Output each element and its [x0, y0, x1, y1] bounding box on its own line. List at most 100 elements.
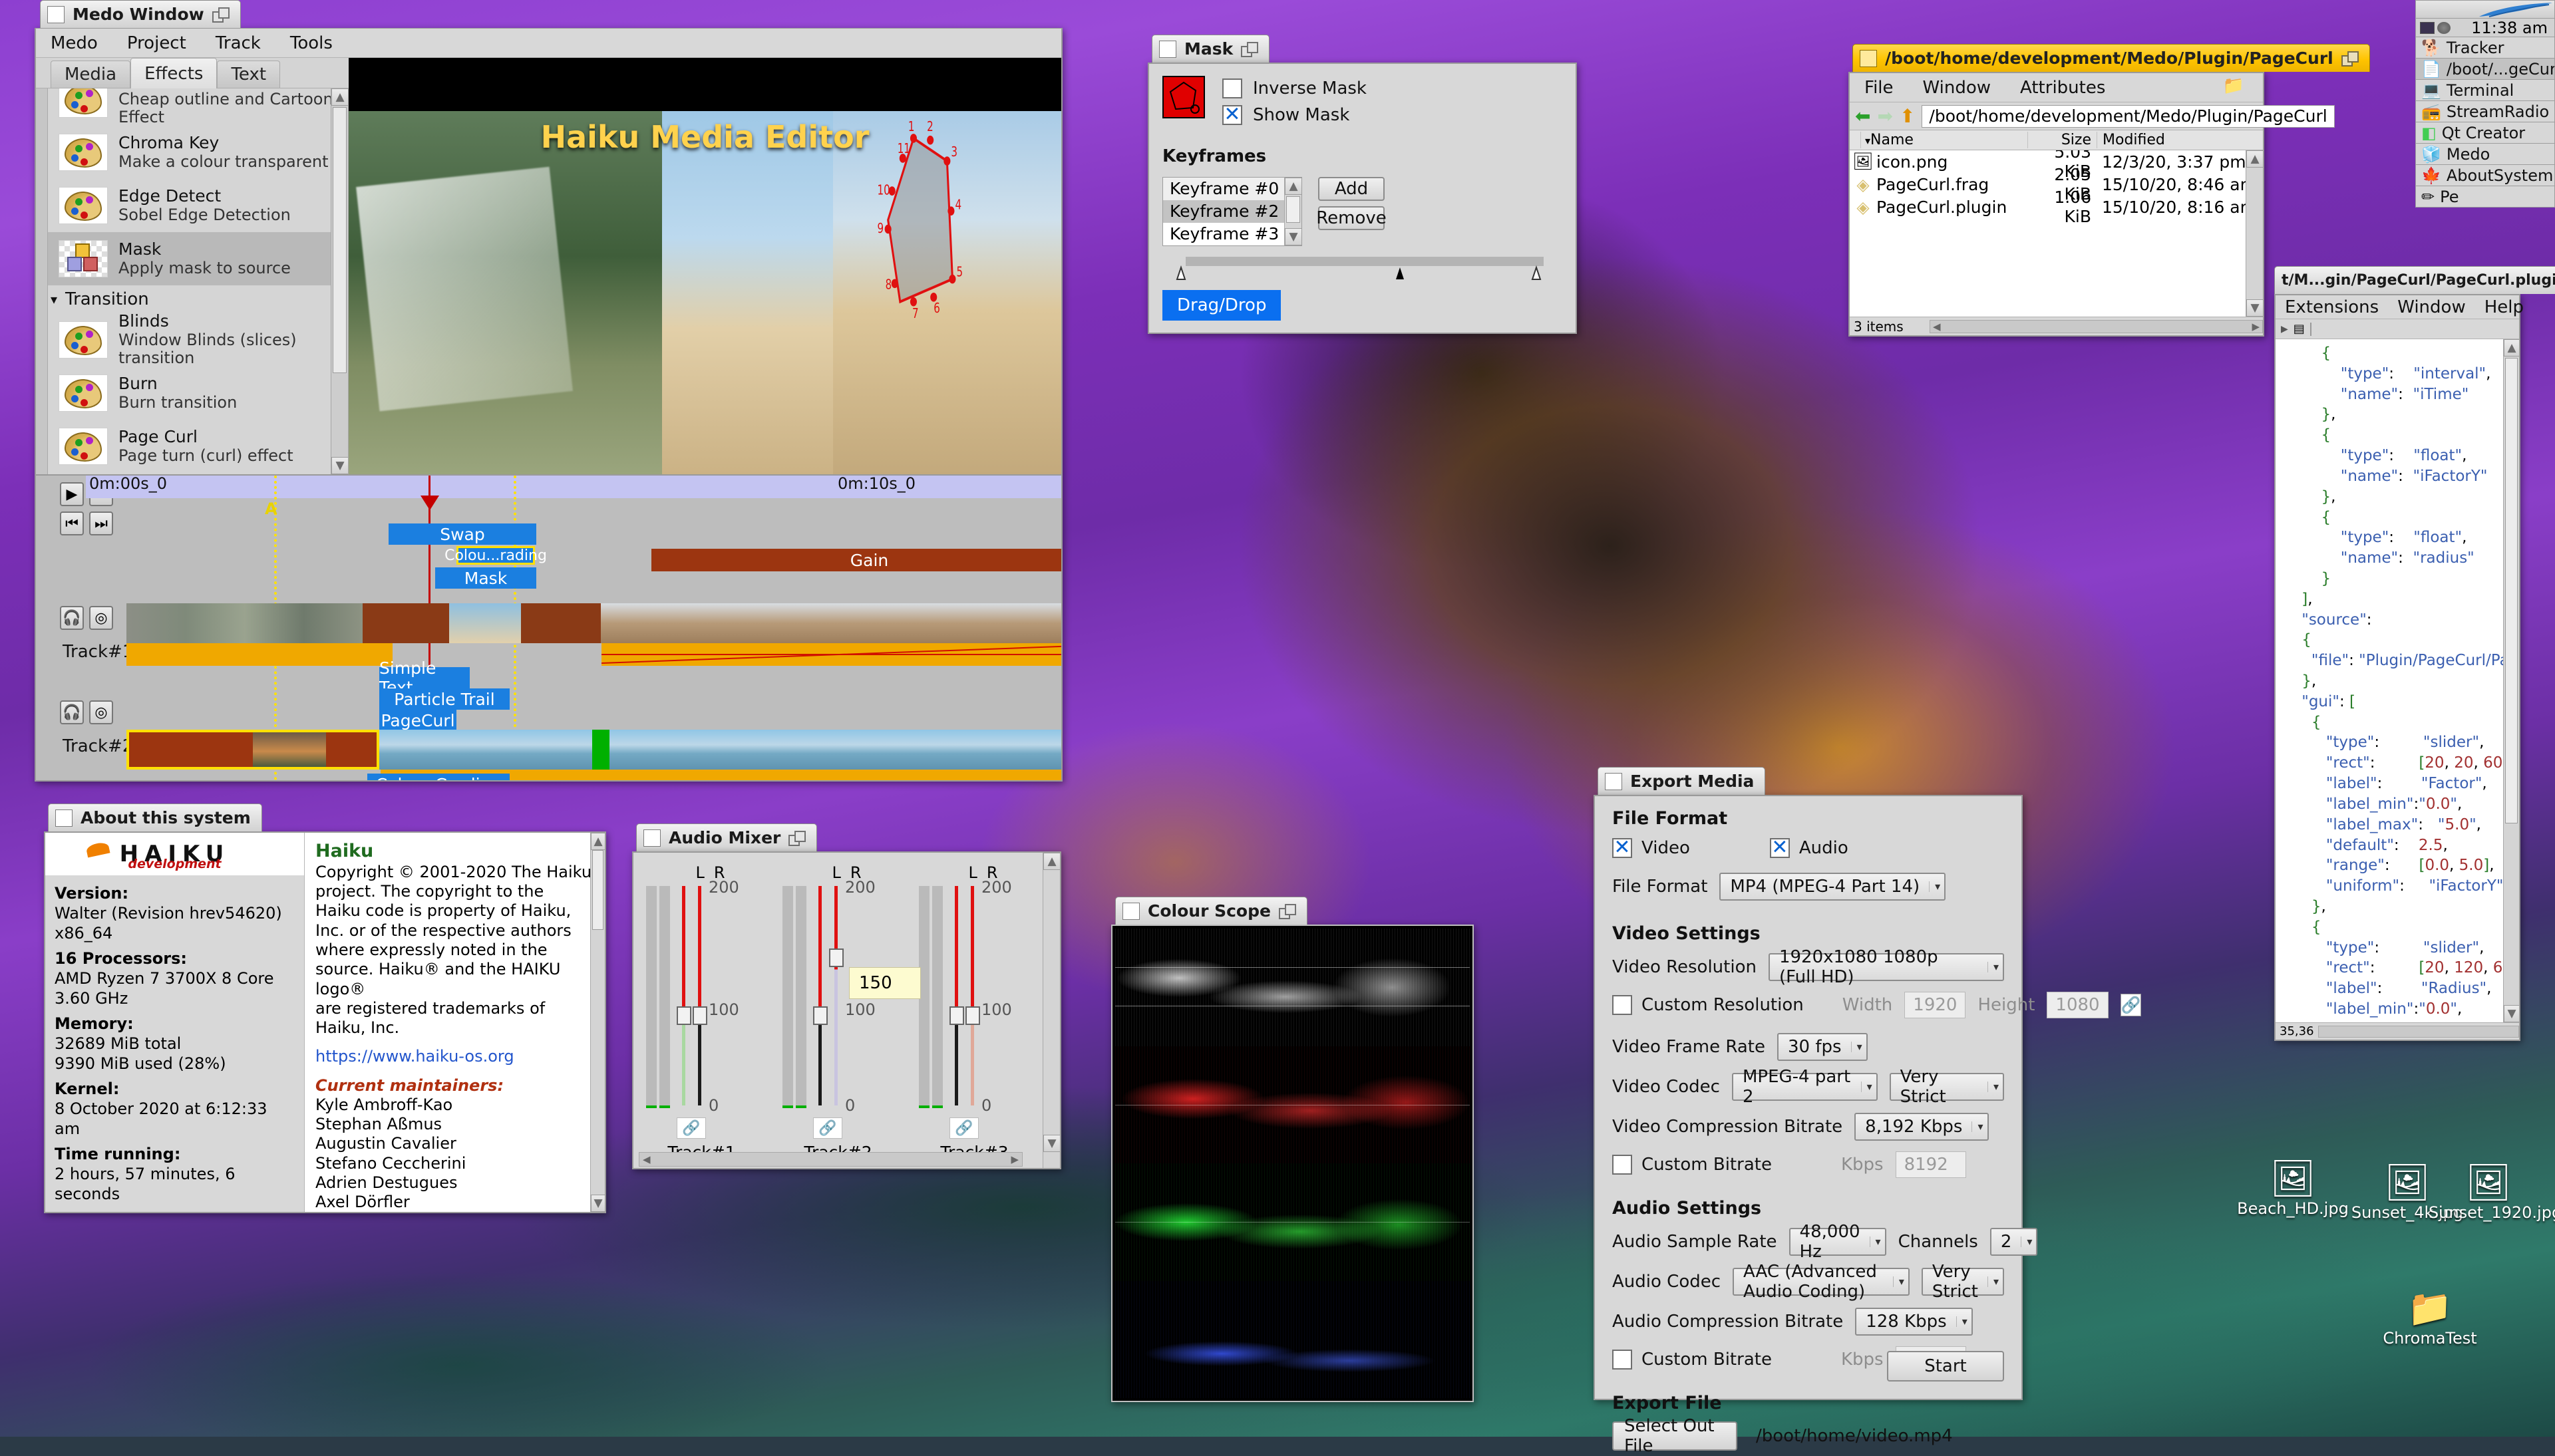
- zoom-icon[interactable]: [1241, 41, 1259, 57]
- fader-handle-left[interactable]: [949, 1006, 964, 1025]
- start-export-button[interactable]: Start: [1887, 1351, 2004, 1382]
- mixer-vscrollbar[interactable]: ▲ ▼: [1043, 853, 1061, 1168]
- remove-keyframe-button[interactable]: Remove: [1316, 206, 1387, 230]
- scroll-up-button[interactable]: ▲: [2246, 150, 2263, 168]
- fader-handle-right[interactable]: [829, 948, 844, 967]
- checkbox-box[interactable]: [1222, 78, 1242, 98]
- checkbox-box[interactable]: [1612, 1350, 1632, 1370]
- scroll-left-button[interactable]: ◀: [1930, 321, 1944, 333]
- pe-scrollbar[interactable]: ▲ ▼: [2503, 339, 2519, 1022]
- chain-link-icon[interactable]: 🔗: [677, 1117, 706, 1139]
- track1-video-clips[interactable]: [126, 603, 1061, 643]
- chain-link-icon[interactable]: 🔗: [2120, 994, 2142, 1016]
- checkbox-box[interactable]: [1222, 105, 1242, 125]
- effect-row-edge-detect[interactable]: Edge Detect Sobel Edge Detection: [36, 179, 348, 232]
- tracker-column-header[interactable]: ▾Name Size Modified: [1850, 130, 2263, 150]
- scroll-down-button[interactable]: ▼: [331, 457, 348, 474]
- table-row[interactable]: ◈ PageCurl.plugin 1.06 KiB 15/10/20, 8:1…: [1850, 188, 2263, 226]
- deskbar-item-pagecurl-dir[interactable]: 📄 /boot/...geCurl: [2415, 59, 2555, 80]
- scroll-down-button[interactable]: ▼: [2246, 299, 2263, 317]
- fader-track-left[interactable]: [682, 886, 685, 1105]
- deskbar[interactable]: 11:38 am 🐕 Tracker 📄 /boot/...geCurl 💻 Term…: [2415, 0, 2555, 208]
- skip-start-button[interactable]: ⏮: [60, 511, 84, 535]
- close-icon[interactable]: [55, 809, 73, 827]
- tab-media[interactable]: Media: [51, 61, 131, 88]
- scroll-up-button[interactable]: ▲: [1285, 178, 1302, 195]
- deskbar-item-streamradio[interactable]: 📻 StreamRadio: [2415, 101, 2555, 122]
- audio-strictness-select[interactable]: Very Strict ▾: [1921, 1262, 2004, 1302]
- play-button[interactable]: ▶: [60, 482, 84, 506]
- export-media-window[interactable]: Export Media File Format Video Audio Fil…: [1594, 767, 2142, 1456]
- menu-track[interactable]: Track: [201, 29, 275, 57]
- fader-handle-left[interactable]: [813, 1006, 828, 1025]
- close-icon[interactable]: [1860, 49, 1877, 67]
- keyframes-list[interactable]: Keyframe #0 Keyframe #2 Keyframe #3 ▲ ▼: [1162, 177, 1302, 246]
- medo-window[interactable]: Medo Window Medo Project Track Tools Med…: [35, 0, 1063, 782]
- scroll-up-button[interactable]: ▲: [591, 833, 605, 850]
- timeline-chip-colour-grading-2[interactable]: Colour Grading: [367, 774, 510, 780]
- effect-row-blinds[interactable]: Blinds Window Blinds (slices) transition: [36, 311, 348, 367]
- track2-video-clips[interactable]: [126, 730, 1061, 770]
- tab-effects[interactable]: Effects: [130, 58, 218, 88]
- effect-row-burn[interactable]: Burn Burn transition: [36, 366, 348, 420]
- audio-codec-select[interactable]: AAC (Advanced Audio Coding) ▾: [1733, 1262, 1910, 1302]
- close-icon[interactable]: [47, 5, 65, 23]
- fader-track-right[interactable]: [698, 886, 701, 1105]
- show-mask-checkbox[interactable]: Show Mask: [1222, 105, 1367, 125]
- custom-resolution-checkbox[interactable]: Custom Resolution: [1612, 995, 1804, 1015]
- mask-titlebar[interactable]: Mask: [1148, 35, 1577, 63]
- deskbar-item-terminal[interactable]: 💻 Terminal: [2415, 80, 2555, 101]
- audio-checkbox[interactable]: Audio: [1769, 838, 1848, 858]
- tracker-titlebar[interactable]: /boot/home/development/Medo/Plugin/PageC…: [1848, 44, 2370, 72]
- column-size[interactable]: Size: [2027, 132, 2097, 148]
- skip-end-button[interactable]: ⏭: [89, 511, 113, 535]
- zoom-icon[interactable]: [212, 7, 230, 23]
- timeline-chip-gain[interactable]: Gain: [651, 549, 1061, 571]
- tracker-hscrollbar[interactable]: ◀ ▶: [1930, 319, 2263, 333]
- fader-track-left[interactable]: [818, 886, 822, 1105]
- medo-menubar[interactable]: Medo Project Track Tools: [36, 29, 1061, 58]
- audio-sample-rate-select[interactable]: 48,000 Hz ▾: [1788, 1222, 1886, 1262]
- video-checkbox[interactable]: Video: [1612, 838, 1690, 858]
- colour-scope-window[interactable]: Colour Scope: [1111, 897, 1474, 1402]
- mask-polygon-overlay[interactable]: 1 2 3 4 5 6 7 8 9 10 11: [833, 111, 1061, 474]
- timeline-chip-swap[interactable]: Swap: [389, 523, 536, 545]
- zoom-icon[interactable]: [2341, 51, 2359, 67]
- effects-list[interactable]: Cartoon Cheap outline and Cartoon Effect…: [36, 88, 349, 474]
- mask-window-tab[interactable]: Mask: [1152, 35, 1270, 63]
- transport-nav[interactable]: ⏮ ⏭: [60, 511, 113, 535]
- up-button[interactable]: ⬆: [1900, 105, 1915, 127]
- mixer-titlebar[interactable]: Audio Mixer: [632, 823, 1061, 851]
- scroll-up-button[interactable]: ▲: [2504, 339, 2519, 357]
- about-titlebar[interactable]: About this system: [44, 803, 606, 831]
- inverse-mask-checkbox[interactable]: Inverse Mask: [1222, 78, 1367, 98]
- medo-window-tab[interactable]: Medo Window: [40, 0, 241, 28]
- about-window-tab[interactable]: About this system: [48, 803, 262, 831]
- tracker-file-list[interactable]: 🖼 icon.png 5.03 KiB 12/3/20, 3:37 pm ◈ P…: [1850, 150, 2263, 317]
- pe-window-tab[interactable]: t/M...gin/PageCurl/PageCurl.plugin: [2274, 266, 2555, 294]
- fader-handle-right[interactable]: [965, 1006, 980, 1025]
- timeline[interactable]: ▶ A-B ⏮ ⏭ 0m:00s_0 0m:10s_0 A Swap: [36, 474, 1061, 780]
- scroll-right-button[interactable]: ▶: [2249, 321, 2262, 333]
- add-keyframe-button[interactable]: Add: [1318, 177, 1385, 201]
- column-modified[interactable]: Modified: [2097, 132, 2210, 148]
- track1-buttons[interactable]: 🎧 ◎: [60, 606, 113, 630]
- effects-group-transition[interactable]: ▾ Transition: [36, 285, 348, 313]
- deskbar-clock-row[interactable]: 11:38 am: [2415, 19, 2555, 37]
- scroll-down-button[interactable]: ▼: [1285, 228, 1302, 245]
- checkbox-box[interactable]: [1612, 1155, 1632, 1175]
- export-window-tab[interactable]: Export Media: [1598, 767, 1766, 795]
- deskbar-item-qtcreator[interactable]: ◧ Qt Creator: [2415, 122, 2555, 144]
- pe-editor-window[interactable]: t/M...gin/PageCurl/PageCurl.plugin Exten…: [2274, 266, 2555, 1041]
- scroll-right-button[interactable]: ▶: [1007, 1153, 1022, 1165]
- checkbox-box[interactable]: [1769, 838, 1790, 858]
- menu-attributes[interactable]: Attributes: [2005, 73, 2120, 102]
- menu-window[interactable]: Window: [2388, 295, 2475, 319]
- deskbar-item-tracker[interactable]: 🐕 Tracker: [2415, 37, 2555, 59]
- tracker-menubar[interactable]: File Window Attributes 📁: [1850, 73, 2263, 102]
- document-icon[interactable]: ▤: [2294, 322, 2305, 336]
- mixer-strip-track3[interactable]: LR 200 100 0 🔗 Track#3: [916, 863, 1033, 1162]
- zoom-icon[interactable]: [788, 830, 806, 846]
- playhead-handle[interactable]: [421, 496, 439, 510]
- scope-window-tab[interactable]: Colour Scope: [1115, 897, 1307, 925]
